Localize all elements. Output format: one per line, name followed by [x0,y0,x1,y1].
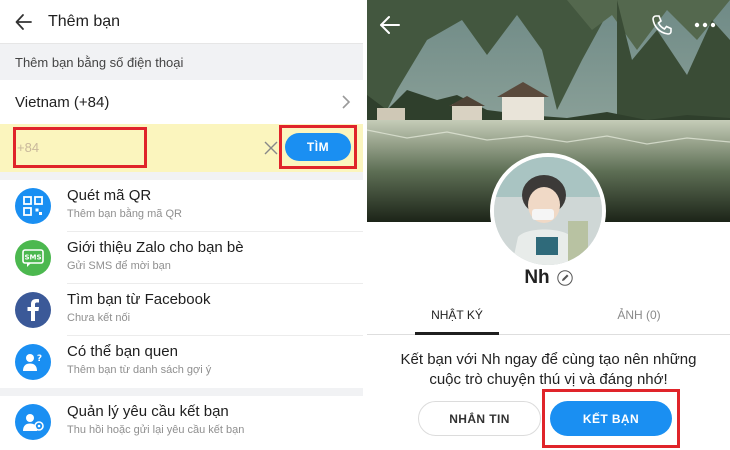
menu-item-subtitle: Chưa kết nối [67,312,131,324]
divider [0,172,363,180]
divider [0,388,363,396]
add-friend-button-highlight: KẾT BẠN [542,389,680,448]
menu-item-title: Tìm bạn từ Facebook [67,291,211,308]
clear-icon[interactable] [262,139,280,157]
edit-icon[interactable] [556,270,573,286]
sms-icon: SMS [15,240,51,276]
profile-name: Nh [524,267,550,288]
menu-item-manage-requests[interactable]: Quản lý yêu cầu kết bạn Thu hồi hoặc gửi… [0,396,363,448]
invite-message: Kết bạn với Nh ngay để cùng tạo nên nhữn… [400,351,697,388]
active-tab-indicator [415,332,499,335]
tab-photos[interactable]: ẢNH (0) [597,295,681,335]
profile-screen: Nh NHẬT KÝ ẢNH (0) Kết bạn với Nh ngay đ… [367,0,730,450]
menu-item-invite-friends[interactable]: SMS Giới thiệu Zalo cho bạn bè Gửi SMS đ… [0,232,363,284]
profile-tabs: NHẬT KÝ ẢNH (0) [367,295,730,335]
phone-call-icon[interactable] [649,12,675,38]
menu-item-subtitle: Thêm bạn bằng mã QR [67,208,182,220]
profile-top-bar [367,0,730,48]
menu-item-find-facebook[interactable]: Tìm bạn từ Facebook Chưa kết nối [0,284,363,336]
back-arrow-icon [15,13,32,30]
header: Thêm bạn [0,0,363,44]
find-button-highlight: TÌM [279,125,357,169]
country-selector[interactable]: Vietnam (+84) [0,80,363,124]
menu-item-title: Có thể bạn quen [67,343,178,360]
facebook-icon [15,292,51,328]
phone-number-input[interactable] [13,127,147,168]
menu-item-people-you-may-know[interactable]: ? Có thể bạn quen Thêm bạn từ danh sách … [0,336,363,388]
send-message-button[interactable]: NHẮN TIN [418,401,541,436]
menu-item-subtitle: Thêm bạn từ danh sách gợi ý [67,364,212,376]
phone-input-row: TÌM [0,124,363,172]
menu-item-title: Giới thiệu Zalo cho bạn bè [67,239,244,256]
contacts-icon: ? [15,344,51,380]
profile-name-row: Nh [367,265,730,291]
menu-item-subtitle: Gửi SMS để mời bạn [67,260,171,272]
svg-text:SMS: SMS [24,254,41,262]
menu-item-title: Quét mã QR [67,187,152,204]
tab-diary[interactable]: NHẬT KÝ [415,295,499,335]
menu-item-title: Quản lý yêu cầu kết bạn [67,403,229,420]
country-label: Vietnam (+84) [15,93,110,111]
qr-code-icon [15,188,51,224]
friend-request-icon [15,404,51,440]
chevron-right-icon [342,95,351,109]
avatar[interactable] [490,153,606,269]
menu-item-subtitle: Thu hồi hoặc gửi lại yêu cầu kết bạn [67,424,245,436]
svg-text:?: ? [37,354,42,364]
back-button[interactable] [0,0,48,44]
add-friend-button[interactable]: KẾT BẠN [550,401,672,436]
avatar-photo [494,157,602,265]
more-options-icon[interactable] [691,12,719,38]
page-title: Thêm bạn [48,12,121,30]
find-button[interactable]: TÌM [285,133,351,161]
section-caption: Thêm bạn bằng số điện thoại [0,44,363,80]
back-arrow-icon[interactable] [377,12,403,38]
menu-item-scan-qr[interactable]: Quét mã QR Thêm bạn bằng mã QR [0,180,363,232]
add-friend-screen: Thêm bạn Thêm bạn bằng số điện thoại Vie… [0,0,363,450]
